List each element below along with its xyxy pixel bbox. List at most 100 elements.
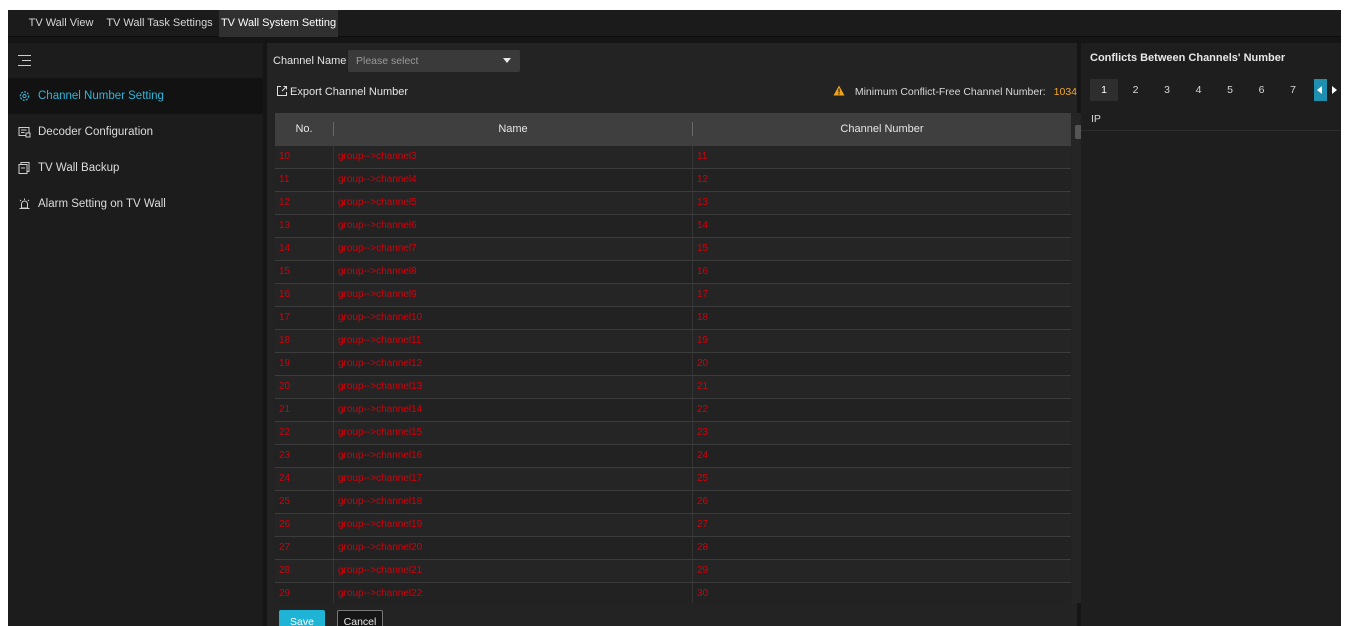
cell-name: group-->channel14 <box>333 399 692 421</box>
cell-name: group-->channel19 <box>333 514 692 536</box>
page-button-4[interactable]: 4 <box>1185 79 1213 101</box>
cell-name: group-->channel13 <box>333 376 692 398</box>
alarm-icon <box>19 198 30 209</box>
page-button-7[interactable]: 7 <box>1279 79 1307 101</box>
conflicts-title: Conflicts Between Channels' Number <box>1090 52 1286 64</box>
page-button-3[interactable]: 3 <box>1153 79 1181 101</box>
cell-name: group-->channel10 <box>333 307 692 329</box>
collapse-menu-icon[interactable] <box>18 55 32 67</box>
cell-no: 29 <box>279 588 291 599</box>
cell-no: 27 <box>279 542 291 553</box>
sidebar-item-label: Alarm Setting on TV Wall <box>38 198 166 210</box>
decoder-icon <box>18 127 31 138</box>
cell-channel-number: 19 <box>692 330 1071 352</box>
cell-no: 17 <box>279 312 291 323</box>
cell-channel-number: 24 <box>692 445 1071 467</box>
table-row[interactable]: 21 group-->channel14 22 <box>275 399 1071 422</box>
cell-channel-number: 30 <box>692 583 1071 603</box>
sidebar-item-label: TV Wall Backup <box>38 162 120 174</box>
cell-name: group-->channel8 <box>333 261 692 283</box>
table-row[interactable]: 29 group-->channel22 30 <box>275 583 1071 603</box>
cell-channel-number: 25 <box>692 468 1071 490</box>
cell-no: 20 <box>279 381 291 392</box>
warning-icon <box>833 85 845 96</box>
cell-channel-number: 22 <box>692 399 1071 421</box>
cell-name: group-->channel16 <box>333 445 692 467</box>
cancel-button[interactable]: Cancel <box>337 610 383 626</box>
sidebar-item-label: Decoder Configuration <box>38 126 154 138</box>
export-label: Export Channel Number <box>290 86 409 98</box>
min-conflict-free-notice: Minimum Conflict-Free Channel Number: 103… <box>833 85 1077 99</box>
table-row[interactable]: 11 group-->channel4 12 <box>275 169 1071 192</box>
table-row[interactable]: 10 group-->channel3 11 <box>275 146 1071 169</box>
page-button-1[interactable]: 1 <box>1090 79 1118 101</box>
cell-name: group-->channel18 <box>333 491 692 513</box>
cell-name: group-->channel5 <box>333 192 692 214</box>
cell-no: 12 <box>279 197 291 208</box>
sidebar-item-label: Channel Number Setting <box>38 90 164 102</box>
table-row[interactable]: 25 group-->channel18 26 <box>275 491 1071 514</box>
table-row[interactable]: 19 group-->channel12 20 <box>275 353 1071 376</box>
table-row[interactable]: 20 group-->channel13 21 <box>275 376 1071 399</box>
table-row[interactable]: 27 group-->channel20 28 <box>275 537 1071 560</box>
sidebar-item-alarm-setting[interactable]: Alarm Setting on TV Wall <box>8 186 263 222</box>
table-row[interactable]: 12 group-->channel5 13 <box>275 192 1071 215</box>
cell-no: 11 <box>279 174 290 185</box>
cell-no: 13 <box>279 220 291 231</box>
cell-channel-number: 15 <box>692 238 1071 260</box>
previous-page-icon[interactable] <box>1314 79 1327 101</box>
table-row[interactable]: 24 group-->channel17 25 <box>275 468 1071 491</box>
page-button-5[interactable]: 5 <box>1216 79 1244 101</box>
cell-name: group-->channel15 <box>333 422 692 444</box>
table-row[interactable]: 16 group-->channel9 17 <box>275 284 1071 307</box>
cell-no: 14 <box>279 243 291 254</box>
cell-name: group-->channel11 <box>333 330 692 352</box>
cell-channel-number: 26 <box>692 491 1071 513</box>
table-row[interactable]: 14 group-->channel7 15 <box>275 238 1071 261</box>
export-channel-number-button[interactable]: Export Channel Number <box>277 85 408 99</box>
cell-no: 24 <box>279 473 291 484</box>
channel-table: No. Name Channel Number 10 group-->channe… <box>275 113 1085 603</box>
sidebar-item-tv-wall-backup[interactable]: TV Wall Backup <box>8 150 263 186</box>
app-window: TV Wall View TV Wall Task Settings TV Wa… <box>8 10 1341 626</box>
table-row[interactable]: 18 group-->channel11 19 <box>275 330 1071 353</box>
cell-no: 25 <box>279 496 291 507</box>
save-button[interactable]: Save <box>279 610 325 626</box>
page-button-2[interactable]: 2 <box>1122 79 1150 101</box>
tab-bar: TV Wall View TV Wall Task Settings TV Wa… <box>8 10 1341 37</box>
channel-name-label: Channel Name <box>273 55 347 67</box>
sidebar: Channel Number Setting Decoder Configura… <box>8 43 263 626</box>
tab-tv-wall-system-setting[interactable]: TV Wall System Setting <box>219 10 338 37</box>
page-button-6[interactable]: 6 <box>1248 79 1276 101</box>
column-header-channel-number[interactable]: Channel Number <box>693 113 1071 146</box>
cell-channel-number: 17 <box>692 284 1071 306</box>
tab-tv-wall-task-settings[interactable]: TV Wall Task Settings <box>104 10 215 37</box>
table-row[interactable]: 17 group-->channel10 18 <box>275 307 1071 330</box>
channel-name-placeholder: Please select <box>356 55 419 67</box>
cell-channel-number: 23 <box>692 422 1071 444</box>
cell-name: group-->channel9 <box>333 284 692 306</box>
table-body: 10 group-->channel3 11 11 group-->channel4 12… <box>275 146 1071 603</box>
cell-channel-number: 29 <box>692 560 1071 582</box>
table-row[interactable]: 26 group-->channel19 27 <box>275 514 1071 537</box>
cell-name: group-->channel6 <box>333 215 692 237</box>
column-header-name[interactable]: Name <box>334 113 692 146</box>
cell-no: 23 <box>279 450 291 461</box>
table-row[interactable]: 13 group-->channel6 14 <box>275 215 1071 238</box>
cell-name: group-->channel21 <box>333 560 692 582</box>
sidebar-item-decoder-configuration[interactable]: Decoder Configuration <box>8 114 263 150</box>
column-header-no[interactable]: No. <box>275 113 333 146</box>
conflicts-panel: Conflicts Between Channels' Number 12345… <box>1081 43 1341 626</box>
table-row[interactable]: 22 group-->channel15 23 <box>275 422 1071 445</box>
tab-tv-wall-view[interactable]: TV Wall View <box>18 10 104 37</box>
table-row[interactable]: 23 group-->channel16 24 <box>275 445 1071 468</box>
channel-name-select[interactable]: Please select <box>348 50 520 72</box>
next-page-icon[interactable] <box>1328 79 1341 101</box>
cell-channel-number: 18 <box>692 307 1071 329</box>
sidebar-item-channel-number-setting[interactable]: Channel Number Setting <box>8 78 263 114</box>
table-row[interactable]: 15 group-->channel8 16 <box>275 261 1071 284</box>
cell-no: 21 <box>279 404 291 415</box>
table-header: No. Name Channel Number <box>275 113 1071 146</box>
cell-name: group-->channel4 <box>333 169 692 191</box>
table-row[interactable]: 28 group-->channel21 29 <box>275 560 1071 583</box>
